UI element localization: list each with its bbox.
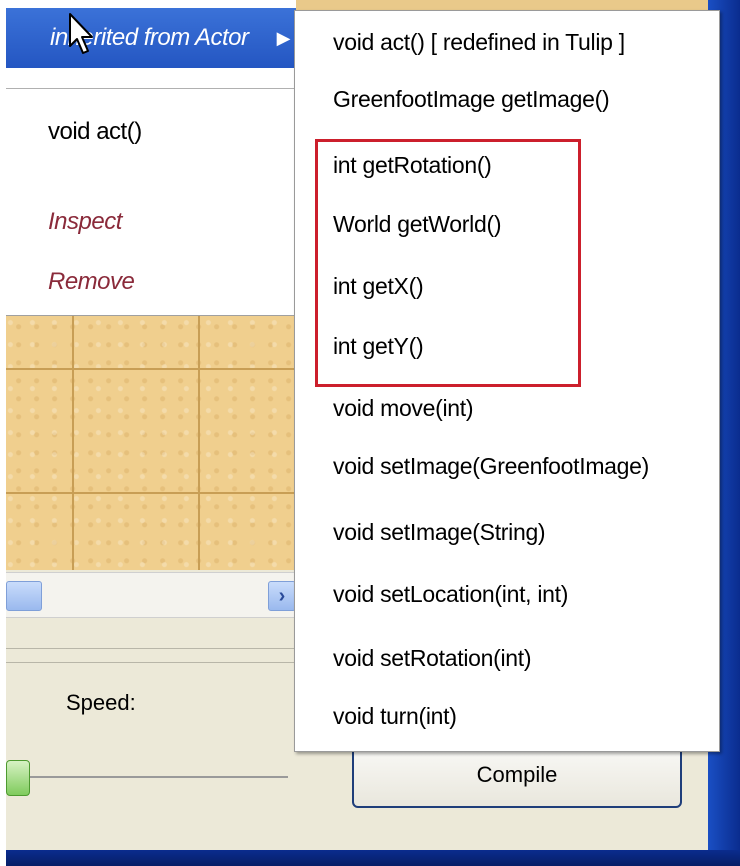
menu-separator [6, 88, 296, 89]
scroll-right-arrow-icon[interactable]: › [268, 581, 296, 611]
submenu-item-turn[interactable]: void turn(int) [333, 703, 457, 730]
submenu-item-set-location[interactable]: void setLocation(int, int) [333, 581, 568, 608]
grid-line [6, 492, 296, 494]
speed-label: Speed: [66, 690, 136, 715]
submenu-item-act[interactable]: void act() [ redefined in Tulip ] [333, 29, 625, 56]
submenu-item-set-image-greenfootimage[interactable]: void setImage(GreenfootImage) [333, 453, 649, 480]
scrollbar-thumb[interactable] [6, 581, 42, 611]
submenu-item-set-image-string[interactable]: void setImage(String) [333, 519, 546, 546]
grid-line [72, 316, 74, 570]
submenu-arrow-icon: ▶ [276, 28, 291, 48]
menu-item-inspect[interactable]: Inspect [6, 208, 296, 236]
speed-slider-knob[interactable] [6, 760, 30, 796]
menu-item-act[interactable]: void act() [6, 118, 296, 146]
compile-label: Compile [476, 762, 558, 787]
menu-item-inherited-from-actor[interactable]: inherited from Actor ▶ [6, 8, 296, 68]
submenu-item-set-rotation[interactable]: void setRotation(int) [333, 645, 532, 672]
inherited-methods-submenu: void act() [ redefined in Tulip ] Greenf… [294, 10, 720, 752]
window-left-edge [0, 0, 6, 866]
grid-line [198, 316, 200, 570]
window-frame-bottom [0, 850, 740, 866]
panel-divider [6, 640, 296, 670]
speed-slider-track[interactable] [20, 776, 288, 778]
menu-item-remove[interactable]: Remove [6, 268, 296, 296]
annotation-highlight-box [315, 139, 581, 387]
submenu-item-move[interactable]: void move(int) [333, 395, 474, 422]
world-grid[interactable] [6, 316, 296, 570]
object-context-menu: inherited from Actor ▶ void act() Inspec… [6, 0, 296, 317]
submenu-item-get-image[interactable]: GreenfootImage getImage() [333, 86, 610, 113]
grid-line [6, 368, 296, 370]
mouse-pointer-icon [69, 13, 93, 54]
world-horizontal-scrollbar[interactable]: › [6, 572, 296, 618]
